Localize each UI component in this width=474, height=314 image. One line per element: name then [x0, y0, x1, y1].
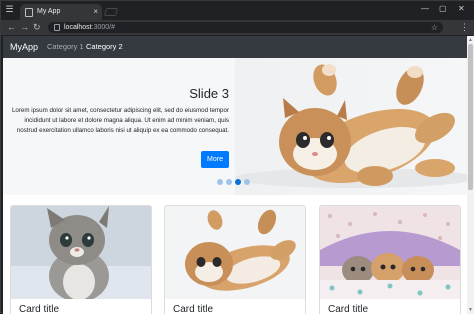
- slide-caption-panel: Slide 3 Lorem ipsum dolor sit amet, cons…: [3, 58, 235, 195]
- kittens-blanket-illustration: [320, 206, 460, 299]
- navbar-brand[interactable]: MyApp: [10, 41, 38, 53]
- more-button[interactable]: More: [201, 151, 229, 168]
- tab-my-app[interactable]: My App ×: [20, 4, 102, 20]
- card-title: Card title: [19, 304, 60, 314]
- card-3: Card title: [319, 205, 461, 314]
- scroll-up-arrow-icon[interactable]: ▲: [468, 37, 473, 43]
- browser-window: ☰ My App × — ▢ ✕ ← → ↻ localhost:3000/# …: [0, 0, 474, 314]
- page-favicon-icon: [25, 8, 33, 17]
- grey-kitten-illustration: [11, 206, 151, 302]
- page-viewport: MyApp Category 1 Category 2 Slide 3 Lore…: [3, 36, 467, 314]
- nav-link-category-1[interactable]: Category 1: [47, 42, 84, 52]
- page-info-icon[interactable]: [54, 24, 60, 31]
- card-grid: Card title Card title Card title: [3, 202, 467, 314]
- carousel-indicator-2[interactable]: [226, 179, 232, 185]
- tab-strip: ☰ My App × — ▢ ✕: [1, 1, 474, 20]
- orange-kitten-illustration: [165, 206, 305, 299]
- url-text[interactable]: localhost:3000/#: [64, 23, 115, 32]
- navbar: MyApp Category 1 Category 2: [3, 36, 467, 58]
- reload-icon[interactable]: ↻: [33, 22, 41, 33]
- page-scrollbar[interactable]: ▲ ▼: [467, 36, 474, 314]
- url-path: :3000/#: [91, 24, 115, 31]
- kebab-menu-icon[interactable]: ⋮: [460, 22, 469, 33]
- kittens-under-blanket-image: [320, 206, 460, 299]
- kitten-lying-on-back-image: [235, 58, 467, 195]
- card-2: Card title: [164, 205, 306, 314]
- card-title: Card title: [328, 304, 369, 314]
- close-icon[interactable]: ×: [93, 7, 98, 17]
- grey-tabby-kitten-image: [11, 206, 151, 302]
- card-title: Card title: [173, 304, 214, 314]
- browser-toolbar: ← → ↻ localhost:3000/# ☆ ⋮: [1, 20, 474, 35]
- minimize-icon[interactable]: —: [421, 4, 429, 14]
- carousel-indicators: [217, 179, 253, 186]
- maximize-icon[interactable]: ▢: [439, 4, 447, 14]
- carousel: Slide 3 Lorem ipsum dolor sit amet, cons…: [3, 58, 467, 195]
- orange-kitten-on-back-image: [165, 206, 305, 299]
- nav-link-category-2[interactable]: Category 2: [86, 42, 123, 52]
- url-host: localhost: [64, 24, 92, 31]
- window-close-icon[interactable]: ✕: [458, 4, 465, 14]
- bookmark-star-icon[interactable]: ☆: [431, 22, 438, 33]
- browser-menu-icon[interactable]: ☰: [4, 4, 15, 15]
- carousel-indicator-4[interactable]: [244, 179, 250, 185]
- forward-arrow-icon[interactable]: →: [20, 22, 29, 33]
- address-bar[interactable]: localhost:3000/# ☆: [48, 22, 443, 33]
- carousel-indicator-1[interactable]: [217, 179, 223, 185]
- kitten-illustration: [235, 64, 467, 188]
- slide-title: Slide 3: [189, 86, 229, 101]
- tab-title: My App: [37, 8, 61, 15]
- back-arrow-icon[interactable]: ←: [7, 22, 16, 33]
- carousel-indicator-3[interactable]: [235, 179, 241, 185]
- slide-description: Lorem ipsum dolor sit amet, consectetur …: [11, 107, 229, 134]
- scroll-down-arrow-icon[interactable]: ▼: [468, 307, 473, 313]
- new-tab-button[interactable]: [103, 8, 119, 16]
- scrollbar-thumb[interactable]: [468, 44, 473, 190]
- card-1: Card title: [10, 205, 152, 314]
